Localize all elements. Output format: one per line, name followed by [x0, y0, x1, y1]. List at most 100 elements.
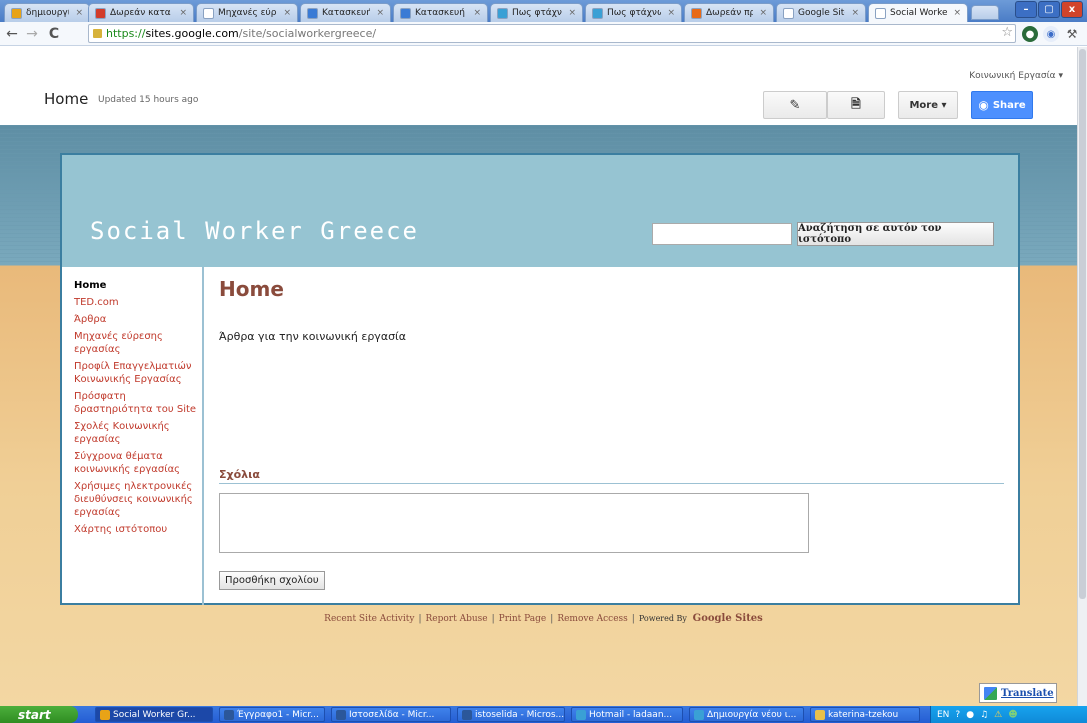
- comments-heading: Σχόλια: [219, 468, 260, 481]
- task-app-icon: [336, 709, 346, 720]
- security-icon[interactable]: ⚠: [994, 710, 1002, 720]
- tab-close-icon[interactable]: ×: [667, 8, 675, 18]
- add-comment-button[interactable]: Προσθήκη σχολίου: [219, 571, 325, 590]
- close-window-button[interactable]: x: [1061, 1, 1083, 18]
- sidebar-nav-link[interactable]: Πρόσφατη δραστηριότητα του Site: [74, 390, 199, 416]
- sidebar-nav-link[interactable]: Χρήσιμες ηλεκτρονικές διευθύνσεις κοινων…: [74, 480, 199, 519]
- taskbar-button[interactable]: Έγγραφο1 - Micr...: [219, 707, 325, 722]
- site-canvas: Social Worker Greece Αναζήτηση σε αυτόν …: [0, 125, 1087, 706]
- tab-favicon-icon: [875, 7, 886, 19]
- sidebar-nav-link[interactable]: Μηχανές εύρεσης εργασίας: [74, 330, 199, 356]
- share-button[interactable]: ◉ Share: [971, 91, 1033, 119]
- minimize-button[interactable]: –: [1015, 1, 1037, 18]
- task-label: Social Worker Gr...: [113, 709, 196, 720]
- browser-tab[interactable]: Google Sites ×: [776, 3, 866, 22]
- sidebar-nav-link[interactable]: Σύγχρονα θέματα κοινωνικής εργασίας: [74, 450, 199, 476]
- start-button[interactable]: start: [0, 706, 78, 723]
- browser-tab[interactable]: δημιουργία ισ ×: [4, 3, 90, 22]
- recent-activity-link[interactable]: Recent Site Activity: [324, 614, 414, 624]
- bookmark-star-icon[interactable]: ☆: [1001, 25, 1013, 40]
- tab-label: Πως φτάχνω: [512, 8, 562, 18]
- taskbar-button[interactable]: Δημιουργία νέου ι...: [689, 707, 804, 722]
- address-bar[interactable]: https://sites.google.com/site/socialwork…: [88, 24, 1016, 43]
- new-page-button[interactable]: 🗎: [827, 91, 885, 119]
- sidebar-nav-link[interactable]: Home: [74, 279, 199, 292]
- translate-button[interactable]: Translate: [979, 683, 1057, 703]
- browser-tab[interactable]: Πως φτάχνω ×: [490, 3, 583, 22]
- volume-icon[interactable]: ♫: [980, 710, 988, 720]
- messenger-icon[interactable]: ☻: [1008, 710, 1017, 720]
- task-app-icon: [576, 709, 586, 720]
- site-container: Social Worker Greece Αναζήτηση σε αυτόν …: [60, 153, 1020, 605]
- google-sites-link[interactable]: Google Sites: [693, 613, 763, 624]
- browser-tab[interactable]: Πως φτάχνω ×: [585, 3, 682, 22]
- extension-globe-icon[interactable]: ●: [1022, 26, 1038, 42]
- translate-icon: [984, 686, 997, 700]
- tab-label: Google Sites: [798, 8, 845, 18]
- browser-tab[interactable]: Κατασκευή Ισ ×: [300, 3, 391, 22]
- tab-close-icon[interactable]: ×: [953, 8, 961, 18]
- edit-page-button[interactable]: ✎: [763, 91, 827, 119]
- browser-tab[interactable]: Μηχανές εύρ ×: [196, 3, 298, 22]
- forward-icon[interactable]: →: [24, 25, 40, 43]
- tab-favicon-icon: [400, 7, 411, 19]
- browser-tab[interactable]: Δωρεάν προγ ×: [684, 3, 774, 22]
- sidebar-nav-link[interactable]: Προφίλ Επαγγελματιών Κοινωνικής Εργασίας: [74, 360, 199, 386]
- user-menu[interactable]: Κοινωνική Εργασία ▾: [969, 71, 1063, 81]
- more-button[interactable]: More ▾: [898, 91, 958, 119]
- network-icon[interactable]: ●: [966, 710, 974, 720]
- tab-close-icon[interactable]: ×: [75, 8, 83, 18]
- tab-close-icon[interactable]: ×: [759, 8, 767, 18]
- chevron-down-icon: ▾: [1058, 71, 1063, 81]
- language-indicator[interactable]: EN: [937, 710, 949, 720]
- back-icon[interactable]: ←: [4, 25, 20, 43]
- tab-favicon-icon: [497, 7, 508, 19]
- tab-close-icon[interactable]: ×: [376, 8, 384, 18]
- print-page-link[interactable]: Print Page: [499, 614, 547, 624]
- sidebar-nav-link[interactable]: Σχολές Κοινωνικής εργασίας: [74, 420, 199, 446]
- site-title[interactable]: Social Worker Greece: [90, 217, 419, 245]
- tab-favicon-icon: [307, 7, 318, 19]
- tab-close-icon[interactable]: ×: [851, 8, 859, 18]
- new-page-icon: 🗎: [851, 96, 861, 111]
- new-tab-button[interactable]: [971, 5, 999, 20]
- help-icon[interactable]: ?: [955, 710, 960, 720]
- tab-close-icon[interactable]: ×: [568, 8, 576, 18]
- sidebar-nav-link[interactable]: Άρθρα: [74, 313, 199, 326]
- reload-icon[interactable]: C: [46, 25, 62, 43]
- vertical-scrollbar[interactable]: [1077, 47, 1087, 706]
- extension-eye-icon[interactable]: ◉: [1043, 26, 1059, 42]
- browser-tab[interactable]: Social Worker ×: [868, 3, 968, 22]
- site-search-button[interactable]: Αναζήτηση σε αυτόν τον ιστότοπο: [797, 222, 994, 246]
- maximize-button[interactable]: ▢: [1038, 1, 1060, 18]
- taskbar-button[interactable]: katerina-tzekou: [810, 707, 920, 722]
- remove-access-link[interactable]: Remove Access: [557, 614, 627, 624]
- tab-favicon-icon: [203, 7, 214, 19]
- tab-close-icon[interactable]: ×: [473, 8, 481, 18]
- browser-tab[interactable]: Κατασκευή ισ ×: [393, 3, 488, 22]
- tab-favicon-icon: [11, 7, 22, 19]
- taskbar-button[interactable]: Ιστοσελίδα - Micr...: [331, 707, 451, 722]
- task-app-icon: [224, 709, 234, 720]
- task-label: istoselida - Micros...: [475, 709, 565, 720]
- scrollbar-thumb[interactable]: [1079, 49, 1086, 599]
- taskbar-button[interactable]: Social Worker Gr...: [95, 707, 213, 722]
- footer-separator: |: [418, 614, 422, 624]
- user-menu-label: Κοινωνική Εργασία: [969, 71, 1056, 81]
- comment-textarea[interactable]: [219, 493, 809, 553]
- tab-label: Κατασκευή ισ: [415, 8, 467, 18]
- tab-favicon-icon: [95, 7, 106, 19]
- site-search-input[interactable]: [652, 223, 792, 245]
- taskbar-button[interactable]: istoselida - Micros...: [457, 707, 565, 722]
- task-app-icon: [815, 709, 825, 720]
- sidebar-nav-link[interactable]: Χάρτης ιστότοπου: [74, 523, 199, 536]
- tab-close-icon[interactable]: ×: [283, 8, 291, 18]
- browser-tab[interactable]: Δωρεάν κατα ×: [88, 3, 194, 22]
- sidebar-nav-link[interactable]: TED.com: [74, 296, 199, 309]
- url-path: /site/socialworkergreece/: [238, 27, 377, 40]
- taskbar-button[interactable]: Hotmail - ladaan...: [571, 707, 683, 722]
- tab-close-icon[interactable]: ×: [179, 8, 187, 18]
- report-abuse-link[interactable]: Report Abuse: [426, 614, 488, 624]
- more-label: More: [909, 99, 939, 111]
- settings-wrench-icon[interactable]: ⚒: [1064, 26, 1080, 42]
